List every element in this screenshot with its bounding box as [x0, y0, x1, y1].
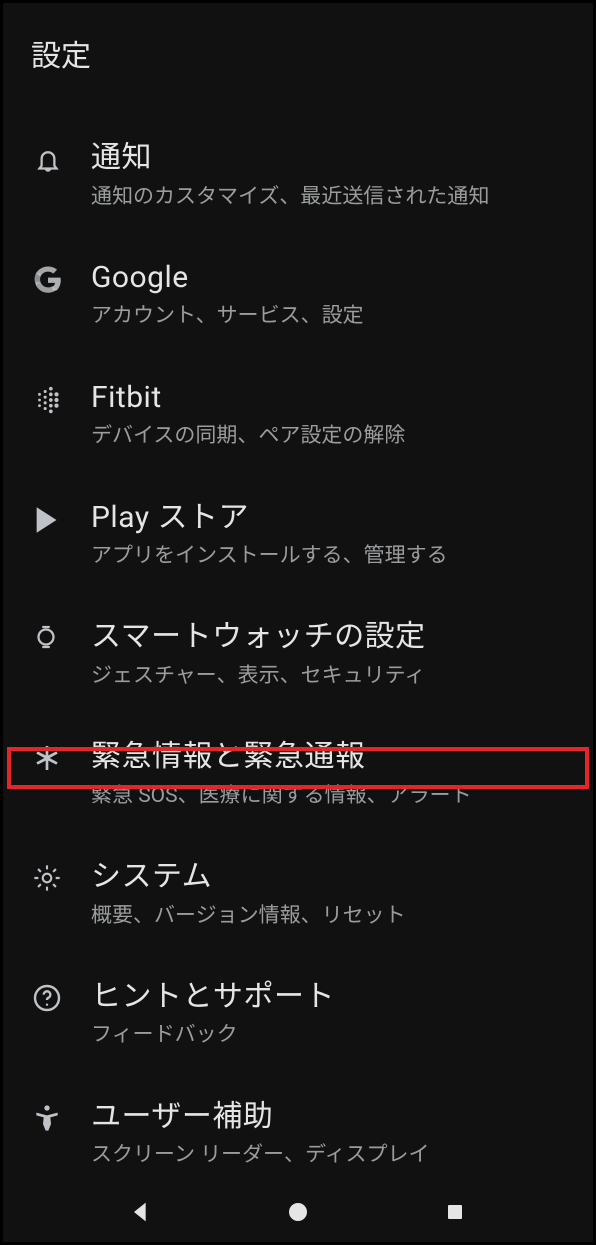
- nav-recents-button[interactable]: [434, 1191, 476, 1233]
- settings-item-title: システム: [91, 858, 565, 896]
- settings-item-system[interactable]: システム 概要、バージョン情報、リセット: [3, 834, 593, 954]
- settings-item-google[interactable]: Google アカウント、サービス、設定: [3, 235, 593, 355]
- settings-item-subtitle: 通知のカスタマイズ、最近送信された通知: [91, 183, 565, 211]
- settings-item-subtitle: スクリーン リーダー、ディスプレイ: [91, 1141, 565, 1169]
- page-title: 設定: [3, 31, 593, 115]
- bell-icon: [31, 143, 65, 177]
- play-icon: [31, 503, 65, 537]
- nav-home-button[interactable]: [277, 1191, 319, 1233]
- settings-item-subtitle: デバイスの同期、ペア設定の解除: [91, 422, 565, 450]
- google-icon: [31, 263, 65, 297]
- settings-item-title: Play ストア: [91, 499, 565, 537]
- settings-item-title: Fitbit: [91, 379, 565, 417]
- settings-item-title: ユーザー補助: [91, 1098, 565, 1136]
- settings-item-emergency[interactable]: 緊急情報と緊急通報 緊急 SOS、医療に関する情報、アラート: [3, 714, 593, 834]
- settings-item-fitbit[interactable]: Fitbit デバイスの同期、ペア設定の解除: [3, 355, 593, 475]
- settings-list: 通知 通知のカスタマイズ、最近送信された通知 Google アカウント、サービス: [3, 115, 593, 1178]
- settings-item-subtitle: ジェスチャー、表示、セキュリティ: [91, 662, 565, 690]
- settings-item-subtitle: 概要、バージョン情報、リセット: [91, 902, 565, 930]
- settings-item-title: 緊急情報と緊急通報: [91, 738, 565, 776]
- settings-item-subtitle: 緊急 SOS、医療に関する情報、アラート: [91, 782, 565, 810]
- help-icon: [31, 982, 65, 1016]
- nav-back-button[interactable]: [120, 1191, 162, 1233]
- settings-item-title: ヒントとサポート: [91, 978, 565, 1016]
- settings-item-accessibility[interactable]: ユーザー補助 スクリーン リーダー、ディスプレイ: [3, 1074, 593, 1178]
- settings-item-subtitle: フィードバック: [91, 1021, 565, 1049]
- settings-item-tips[interactable]: ヒントとサポート フィードバック: [3, 954, 593, 1074]
- fitbit-icon: [31, 383, 65, 417]
- settings-item-playstore[interactable]: Play ストア アプリをインストールする、管理する: [3, 475, 593, 595]
- settings-item-title: Google: [91, 259, 565, 297]
- watch-icon: [31, 622, 65, 656]
- settings-item-title: 通知: [91, 139, 565, 177]
- settings-item-subtitle: アプリをインストールする、管理する: [91, 542, 565, 570]
- settings-item-smartwatch[interactable]: スマートウォッチの設定 ジェスチャー、表示、セキュリティ: [3, 594, 593, 714]
- settings-item-notifications[interactable]: 通知 通知のカスタマイズ、最近送信された通知: [3, 115, 593, 235]
- settings-item-title: スマートウォッチの設定: [91, 618, 565, 656]
- settings-item-subtitle: アカウント、サービス、設定: [91, 302, 565, 330]
- navigation-bar: [3, 1182, 593, 1242]
- asterisk-icon: [31, 742, 65, 776]
- accessibility-icon: [31, 1102, 65, 1136]
- gear-icon: [31, 862, 65, 896]
